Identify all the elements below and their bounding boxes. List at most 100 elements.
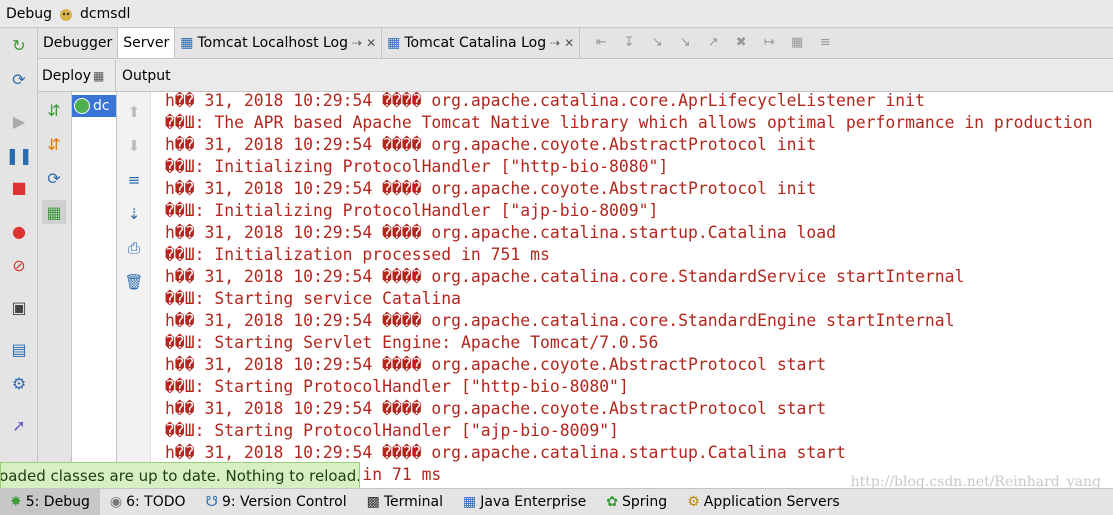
console-line: һ�� 31, 2018 10:29:54 ���� org.apache.co… — [165, 399, 827, 418]
tool-label: Application Servers — [703, 494, 840, 510]
console-line: ��Ш: Initializing ProtocolHandler ["http… — [165, 157, 669, 176]
console-line: ��Ш: Initializing ProtocolHandler ["ajp-… — [165, 201, 659, 220]
resume-icon[interactable]: ▶ — [8, 110, 30, 132]
todo-tool-button[interactable]: ◉ 6: TODO — [100, 489, 196, 515]
mute-breakpoints-icon[interactable]: ⊘ — [8, 254, 30, 276]
output-header: Output — [116, 68, 171, 84]
settings-gear-icon[interactable]: ⚙ — [8, 372, 30, 394]
hotswap-notification[interactable]: Loaded classes are up to date. Nothing t… — [0, 462, 360, 490]
deployment-label: dc — [93, 98, 110, 114]
todo-icon: ◉ — [109, 494, 123, 510]
evaluate-expression-icon[interactable]: ▦ — [788, 35, 806, 51]
tab-tomcat-catalina-log[interactable]: ▦ Tomcat Catalina Log ⇢ ✕ — [382, 28, 581, 58]
log-icon: ▦ — [387, 35, 401, 51]
terminal-tool-button[interactable]: ▩ Terminal — [357, 489, 453, 515]
stop-icon[interactable]: ■ — [8, 176, 30, 198]
run-to-cursor-icon[interactable]: ↦ — [760, 35, 778, 51]
application-servers-tool-button[interactable]: ⚙ Application Servers — [677, 489, 849, 515]
tab-debugger[interactable]: Debugger — [38, 28, 119, 58]
watermark: http://blog.csdn.net/Reinhard_yang — [850, 474, 1101, 488]
pin-icon[interactable]: ➚ — [8, 414, 30, 436]
layout-icon[interactable]: ▤ — [8, 338, 30, 360]
server-panel-header: Deploy ▦ Output — [38, 60, 1113, 92]
close-icon[interactable]: ✕ — [366, 36, 376, 50]
pin-tab-icon[interactable]: ⇢ — [352, 36, 362, 50]
view-breakpoints-icon[interactable]: ● — [8, 220, 30, 242]
tool-window-title: Debug dcmsdl — [0, 0, 1113, 28]
deploy-all-icon[interactable]: ⇵ — [42, 98, 66, 122]
stepping-toolbar: ⇤ ↧ ↘ ↘ ↗ ✖ ↦ ▦ ≡ — [580, 28, 834, 58]
output-label: Output — [122, 67, 171, 84]
console-line: ��Ш: The APR based Apache Tomcat Native … — [165, 113, 1093, 132]
pin-tab-icon[interactable]: ⇢ — [550, 36, 560, 50]
step-over-icon[interactable]: ↧ — [620, 35, 638, 51]
debug-tab-bar: Debugger Server ▦ Tomcat Localhost Log ⇢… — [38, 28, 1113, 59]
clear-all-icon[interactable]: 🗑 — [122, 270, 146, 294]
tab-label: Tomcat Localhost Log — [197, 35, 349, 51]
console-line: һ�� 31, 2018 10:29:54 ���� org.apache.co… — [165, 355, 827, 374]
tab-label: Debugger — [43, 35, 113, 51]
tomcat-icon — [58, 6, 74, 22]
console-text: һ�� 31, 2018 10:29:54 ���� org.apache.ca… — [165, 92, 1093, 486]
title-label: Debug — [6, 5, 53, 22]
console-line: һ�� 31, 2018 10:29:54 ���� org.apache.ca… — [165, 443, 846, 462]
undeploy-icon[interactable]: ⇵ — [42, 132, 66, 156]
console-output[interactable]: һ�� 31, 2018 10:29:54 ���� org.apache.ca… — [151, 92, 1113, 488]
tab-server[interactable]: Server — [118, 28, 176, 58]
console-line: һ�� 31, 2018 10:29:54 ���� org.apache.ca… — [165, 267, 965, 286]
drop-frame-icon[interactable]: ✖ — [732, 35, 750, 51]
close-icon[interactable]: ✕ — [564, 36, 574, 50]
tab-tomcat-localhost-log[interactable]: ▦ Tomcat Localhost Log ⇢ ✕ — [175, 28, 383, 58]
step-out-icon[interactable]: ↗ — [704, 35, 722, 51]
console-line: һ�� 31, 2018 10:29:54 ���� org.apache.ca… — [165, 223, 837, 242]
down-arrow-icon[interactable]: ⬇ — [122, 134, 146, 158]
run-config-name: dcmsdl — [80, 5, 131, 22]
console-line: ��Ш: Starting Servlet Engine: Apache Tom… — [165, 333, 659, 352]
deploy-settings-icon[interactable]: ▦ — [93, 69, 104, 83]
java-ee-icon: ▦ — [463, 494, 477, 510]
print-icon[interactable]: ⎙ — [122, 236, 146, 260]
deploy-label: Deploy — [42, 67, 92, 84]
log-icon: ▦ — [180, 35, 194, 51]
scroll-to-end-icon[interactable]: ⇣ — [122, 202, 146, 226]
pause-icon[interactable]: ❚❚ — [6, 144, 33, 166]
console-toolbar: ⬆ ⬇ ≡ ⇣ ⎙ 🗑 — [117, 92, 151, 488]
show-execution-point-icon[interactable]: ⇤ — [592, 35, 610, 51]
deployment-item[interactable]: dc — [72, 95, 116, 117]
console-line: һ�� 31, 2018 10:29:54 ���� org.apache.co… — [165, 179, 817, 198]
console-line: ��Ш: Starting service Catalina — [165, 289, 462, 308]
vcs-icon: ☋ — [205, 494, 218, 510]
step-into-icon[interactable]: ↘ — [648, 35, 666, 51]
force-step-into-icon[interactable]: ↘ — [676, 35, 694, 51]
tab-label: Server — [123, 35, 170, 51]
terminal-icon: ▩ — [366, 494, 380, 510]
console-line: һ�� 31, 2018 10:29:54 ���� org.apache.ca… — [165, 92, 925, 110]
console-line: ��Ш: Starting ProtocolHandler ["ajp-bio-… — [165, 421, 619, 440]
java-enterprise-tool-button[interactable]: ▦ Java Enterprise — [453, 489, 596, 515]
up-arrow-icon[interactable]: ⬆ — [122, 100, 146, 124]
spring-tool-button[interactable]: ✿ Spring — [596, 489, 677, 515]
tool-label: Spring — [622, 494, 668, 510]
tool-label: 9: Version Control — [221, 494, 347, 510]
tool-label: Java Enterprise — [480, 494, 587, 510]
tool-label: Terminal — [383, 494, 443, 510]
artifact-icon[interactable]: ▦ — [42, 200, 66, 224]
debug-tool-button[interactable]: ✸ 5: Debug — [0, 489, 100, 515]
notification-text: Loaded classes are up to date. Nothing t… — [0, 467, 360, 485]
console-line: ��Ш: Starting ProtocolHandler ["http-bio… — [165, 377, 629, 396]
version-control-tool-button[interactable]: ☋ 9: Version Control — [196, 489, 357, 515]
status-ok-icon — [74, 98, 90, 114]
tab-label: Tomcat Catalina Log — [404, 35, 547, 51]
tool-window-bar: ✸ 5: Debug ◉ 6: TODO ☋ 9: Version Contro… — [0, 488, 1113, 515]
console-line: ��Ш: Initialization processed in 751 ms — [165, 245, 550, 264]
app-servers-icon: ⚙ — [687, 494, 700, 510]
deploy-toolbar: ⇵ ⇵ ⟳ ▦ — [38, 92, 72, 488]
trace-icon[interactable]: ≡ — [816, 35, 834, 51]
update-app-icon[interactable]: ⟳ — [8, 68, 30, 90]
camera-icon[interactable]: ▣ — [8, 296, 30, 318]
rerun-icon[interactable]: ↻ — [8, 34, 30, 56]
refresh-icon[interactable]: ⟳ — [42, 166, 66, 190]
deployment-list: dc — [72, 92, 117, 488]
debug-left-toolbar: ↻ ⟳ ▶ ❚❚ ■ ● ⊘ ▣ ▤ ⚙ ➚ — [0, 28, 38, 488]
soft-wrap-icon[interactable]: ≡ — [122, 168, 146, 192]
